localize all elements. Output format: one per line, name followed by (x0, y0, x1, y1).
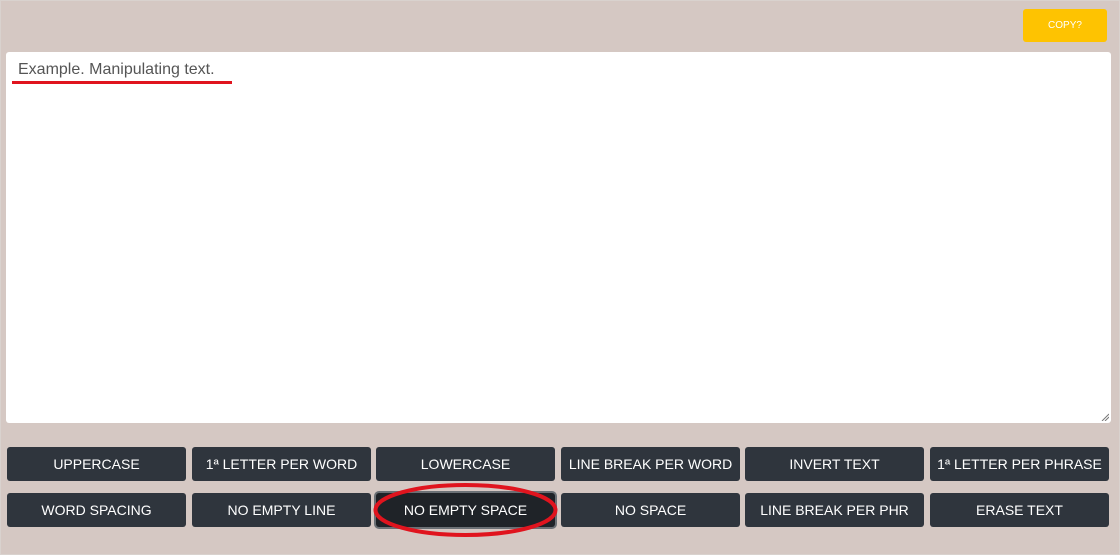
line-break-per-word-button[interactable]: LINE BREAK PER WORD (561, 447, 740, 481)
no-empty-space-button[interactable]: NO EMPTY SPACE (376, 493, 555, 527)
line-break-per-phrase-button[interactable]: LINE BREAK PER PHR (745, 493, 924, 527)
no-space-button[interactable]: NO SPACE (561, 493, 740, 527)
lowercase-button[interactable]: LOWERCASE (376, 447, 555, 481)
resize-handle-icon[interactable] (1101, 413, 1109, 421)
no-empty-line-button[interactable]: NO EMPTY LINE (192, 493, 371, 527)
invert-text-button[interactable]: INVERT TEXT (745, 447, 924, 481)
editor-text: Example. Manipulating text. (18, 61, 215, 78)
word-spacing-button[interactable]: WORD SPACING (7, 493, 186, 527)
erase-text-button[interactable]: ERASE TEXT (930, 493, 1109, 527)
annotation-underline (12, 81, 232, 84)
text-editor[interactable]: Example. Manipulating text. (6, 52, 1111, 423)
copy-button[interactable]: COPY? (1023, 9, 1107, 42)
first-letter-per-phrase-button[interactable]: 1ª LETTER PER PHRASE (930, 447, 1109, 481)
uppercase-button[interactable]: UPPERCASE (7, 447, 186, 481)
first-letter-per-word-button[interactable]: 1ª LETTER PER WORD (192, 447, 371, 481)
